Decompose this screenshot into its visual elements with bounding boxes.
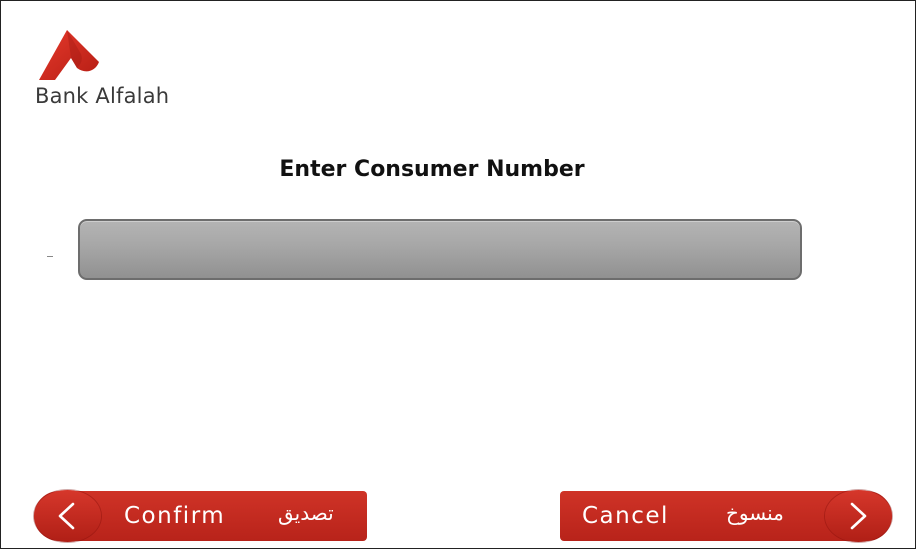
divider (47, 256, 53, 257)
cancel-circle[interactable] (825, 490, 892, 542)
bank-logo: Bank Alfalah (35, 28, 205, 114)
confirm-label-arabic: تصديق (278, 501, 334, 525)
confirm-label: Confirm (124, 503, 226, 529)
bank-name: Bank Alfalah (35, 84, 170, 108)
page-title: Enter Consumer Number (279, 157, 585, 182)
cancel-button[interactable]: Cancel منسوخ (560, 490, 892, 542)
chevron-left-icon (58, 502, 75, 530)
cancel-label: Cancel (582, 503, 669, 529)
confirm-button[interactable]: Confirm تصديق (34, 490, 367, 542)
chevron-right-icon (850, 502, 867, 530)
atm-screen: Bank Alfalah Enter Consumer Number Confi… (0, 0, 916, 549)
confirm-circle[interactable] (34, 490, 101, 542)
consumer-number-input[interactable] (78, 219, 802, 280)
cancel-label-arabic: منسوخ (726, 501, 784, 525)
bank-alfalah-logo-icon (39, 30, 99, 80)
